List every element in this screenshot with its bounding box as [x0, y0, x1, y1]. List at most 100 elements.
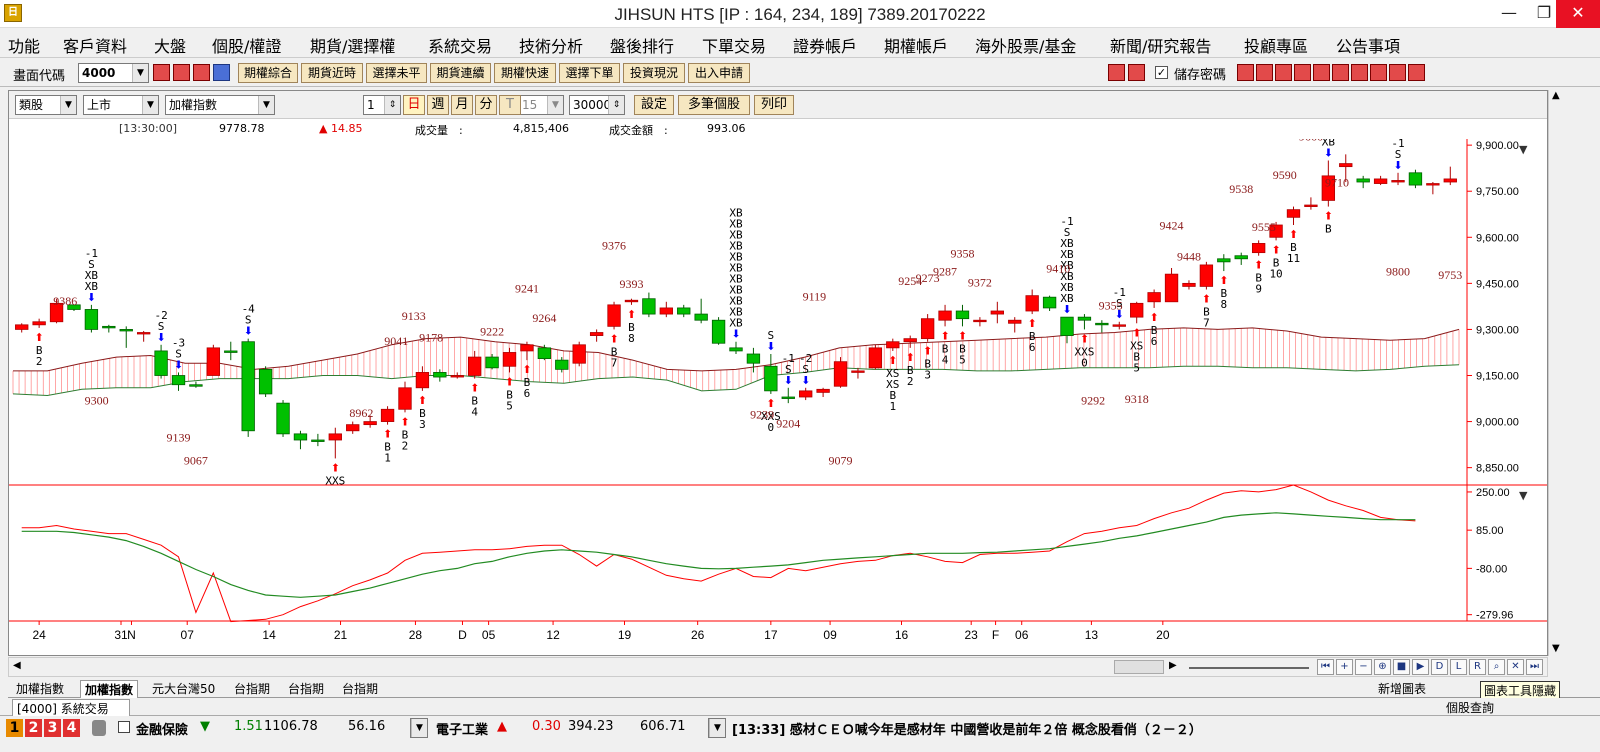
code-combo[interactable]: 4000 ▼	[78, 63, 149, 83]
menu-item-10[interactable]: 期權帳戶	[884, 33, 948, 57]
category-select[interactable]: 類股 ▼	[15, 95, 77, 115]
menu-item-13[interactable]: 投顧專區	[1244, 33, 1308, 57]
save-password-checkbox[interactable]: ✓	[1155, 66, 1168, 79]
search-icon[interactable]	[153, 64, 170, 81]
calc-icon[interactable]	[1351, 64, 1368, 81]
stock-chart[interactable]: ⬆B2⬇XBXBS-1⬇S-2⬇S-3⬇S-4⬆XXS⬆B1⬆B2⬆B3⬆B4⬆…	[9, 139, 1547, 655]
sheet-tab-4[interactable]: 台指期	[284, 680, 328, 697]
period-button-1[interactable]: 週	[427, 95, 449, 115]
period-button-0[interactable]: 日	[403, 95, 425, 115]
window-icon[interactable]	[1408, 64, 1425, 81]
chart-nav-button-5[interactable]: ▶	[1412, 659, 1429, 675]
chart-nav-button-4[interactable]: ■	[1393, 659, 1410, 675]
arrow-left-icon[interactable]	[1108, 64, 1125, 81]
dropdown-icon[interactable]	[213, 64, 230, 81]
print-icon[interactable]	[1389, 64, 1406, 81]
draw-icon[interactable]	[1313, 64, 1330, 81]
minute-select[interactable]: 15 ▼	[518, 95, 564, 115]
layout-icon[interactable]	[1256, 64, 1273, 81]
menu-item-8[interactable]: 下單交易	[702, 33, 766, 57]
new-chart-button[interactable]: 新增圖表	[1378, 680, 1426, 697]
market-select[interactable]: 上市 ▼	[83, 95, 159, 115]
chart-icon[interactable]	[193, 64, 210, 81]
menu-item-4[interactable]: 期貨/選擇權	[310, 33, 395, 57]
index-select[interactable]: 加權指數 ▼	[165, 95, 275, 115]
chevron-down-icon[interactable]: ▼	[142, 96, 158, 114]
toolbar-button-4[interactable]: 期權快速	[494, 63, 556, 83]
menu-item-2[interactable]: 大盤	[154, 33, 186, 57]
collapse-icon[interactable]: ▼	[1519, 489, 1528, 502]
chart-nav-button-7[interactable]: L	[1450, 659, 1467, 675]
chart-nav-button-0[interactable]: ⏮	[1317, 659, 1334, 675]
ticker-tab-0[interactable]: 1	[6, 719, 23, 737]
stock-query-button[interactable]: 個股查詢	[1446, 699, 1494, 716]
chevron-down-icon[interactable]: ▼	[547, 96, 563, 114]
sheet-tab-5[interactable]: 台指期	[338, 680, 382, 697]
maximize-button[interactable]: ❐	[1532, 0, 1556, 28]
chart-button-2[interactable]: 列印	[754, 95, 794, 115]
vertical-scrollbar[interactable]: ▲ ▼	[1548, 90, 1566, 656]
menu-item-1[interactable]: 客戶資料	[63, 33, 127, 57]
menu-item-7[interactable]: 盤後排行	[610, 33, 674, 57]
menu-item-11[interactable]: 海外股票/基金	[975, 33, 1076, 57]
horizontal-scrollbar[interactable]: ◀ ▶ ⏮ + − ⊕ ■ ▶ D L R ⌕ ✕ ⏭	[8, 657, 1548, 677]
menu-item-5[interactable]: 系統交易	[428, 33, 492, 57]
menu-item-9[interactable]: 證券帳戶	[793, 33, 857, 57]
scroll-left-icon[interactable]: ◀	[13, 660, 21, 671]
scroll-right-icon[interactable]: ▶	[1169, 660, 1177, 671]
chart-nav-button-11[interactable]: ⏭	[1526, 659, 1543, 675]
spinner-icon[interactable]: ⇕	[608, 96, 624, 114]
scroll-thumb[interactable]	[1114, 660, 1164, 674]
close-button[interactable]: ✕	[1556, 0, 1600, 28]
pen-icon[interactable]	[1237, 64, 1254, 81]
scroll-up-icon[interactable]: ▲	[1552, 90, 1560, 101]
menu-item-14[interactable]: 公告事項	[1336, 33, 1400, 57]
sheet-tab-2[interactable]: 元大台灣50	[148, 680, 219, 697]
menu-item-0[interactable]: 功能	[8, 33, 40, 57]
chart-nav-button-6[interactable]: D	[1431, 659, 1448, 675]
grid-icon[interactable]	[1275, 64, 1292, 81]
ticker-tab-1[interactable]: 2	[25, 719, 42, 737]
chevron-down-icon[interactable]: ▼	[258, 96, 274, 114]
collapse-icon[interactable]: ▼	[1519, 143, 1528, 156]
chevron-down-icon[interactable]: ▼	[60, 96, 76, 114]
sector1-dropdown[interactable]: ▼	[410, 718, 428, 738]
toolbar-button-6[interactable]: 投資現況	[623, 63, 685, 83]
period-count-spinner[interactable]: 1 ⇕	[363, 95, 401, 115]
menu-item-6[interactable]: 技術分析	[519, 33, 583, 57]
ticker-tab-3[interactable]: 4	[63, 719, 80, 737]
toolbar-button-7[interactable]: 出入申請	[688, 63, 750, 83]
bars-spinner[interactable]: 30000 ⇕	[569, 95, 625, 115]
toolbar-button-5[interactable]: 選擇下單	[559, 63, 620, 83]
chart-button-1[interactable]: 多筆個股	[678, 95, 750, 115]
chart-nav-button-2[interactable]: −	[1355, 659, 1372, 675]
chart-nav-button-3[interactable]: ⊕	[1374, 659, 1391, 675]
chart-nav-button-10[interactable]: ✕	[1507, 659, 1524, 675]
period-button-2[interactable]: 月	[451, 95, 473, 115]
period-button-3[interactable]: 分	[475, 95, 497, 115]
sheet-tab-0[interactable]: 加權指數	[12, 680, 68, 697]
chevron-down-icon[interactable]: ▼	[709, 719, 725, 737]
toolbar-button-1[interactable]: 期貨近時	[301, 63, 363, 83]
sheet-tab-3[interactable]: 台指期	[230, 680, 274, 697]
toolbar-button-2[interactable]: 選擇未平	[366, 63, 427, 83]
menu-item-12[interactable]: 新聞/研究報告	[1110, 33, 1211, 57]
arrow-right-icon[interactable]	[1128, 64, 1145, 81]
ticker-tab-2[interactable]: 3	[44, 719, 61, 737]
news-headline[interactable]: [13:33] 感材ＣＥＯ喊今年是感材年 中國營收是前年２倍 概念股看俏（２－２…	[732, 719, 1202, 738]
chart-nav-button-9[interactable]: ⌕	[1488, 659, 1505, 675]
toolbar-button-0[interactable]: 期權綜合	[238, 63, 298, 83]
minimize-button[interactable]: —	[1486, 0, 1532, 28]
sheet-tab-1[interactable]: 加權指數	[80, 680, 139, 698]
chart-nav-button-1[interactable]: +	[1336, 659, 1353, 675]
spinner-icon[interactable]: ⇕	[384, 96, 400, 114]
chart-button-0[interactable]: 設定	[634, 95, 674, 115]
scissors-icon[interactable]	[1370, 64, 1387, 81]
chevron-down-icon[interactable]: ▼	[132, 64, 148, 82]
zoom-slider[interactable]	[1189, 667, 1309, 669]
ticker-checkbox[interactable]	[118, 721, 130, 733]
note-icon[interactable]	[1332, 64, 1349, 81]
menu-item-3[interactable]: 個股/權證	[212, 33, 281, 57]
chart-nav-button-8[interactable]: R	[1469, 659, 1486, 675]
folder-icon[interactable]	[173, 64, 190, 81]
